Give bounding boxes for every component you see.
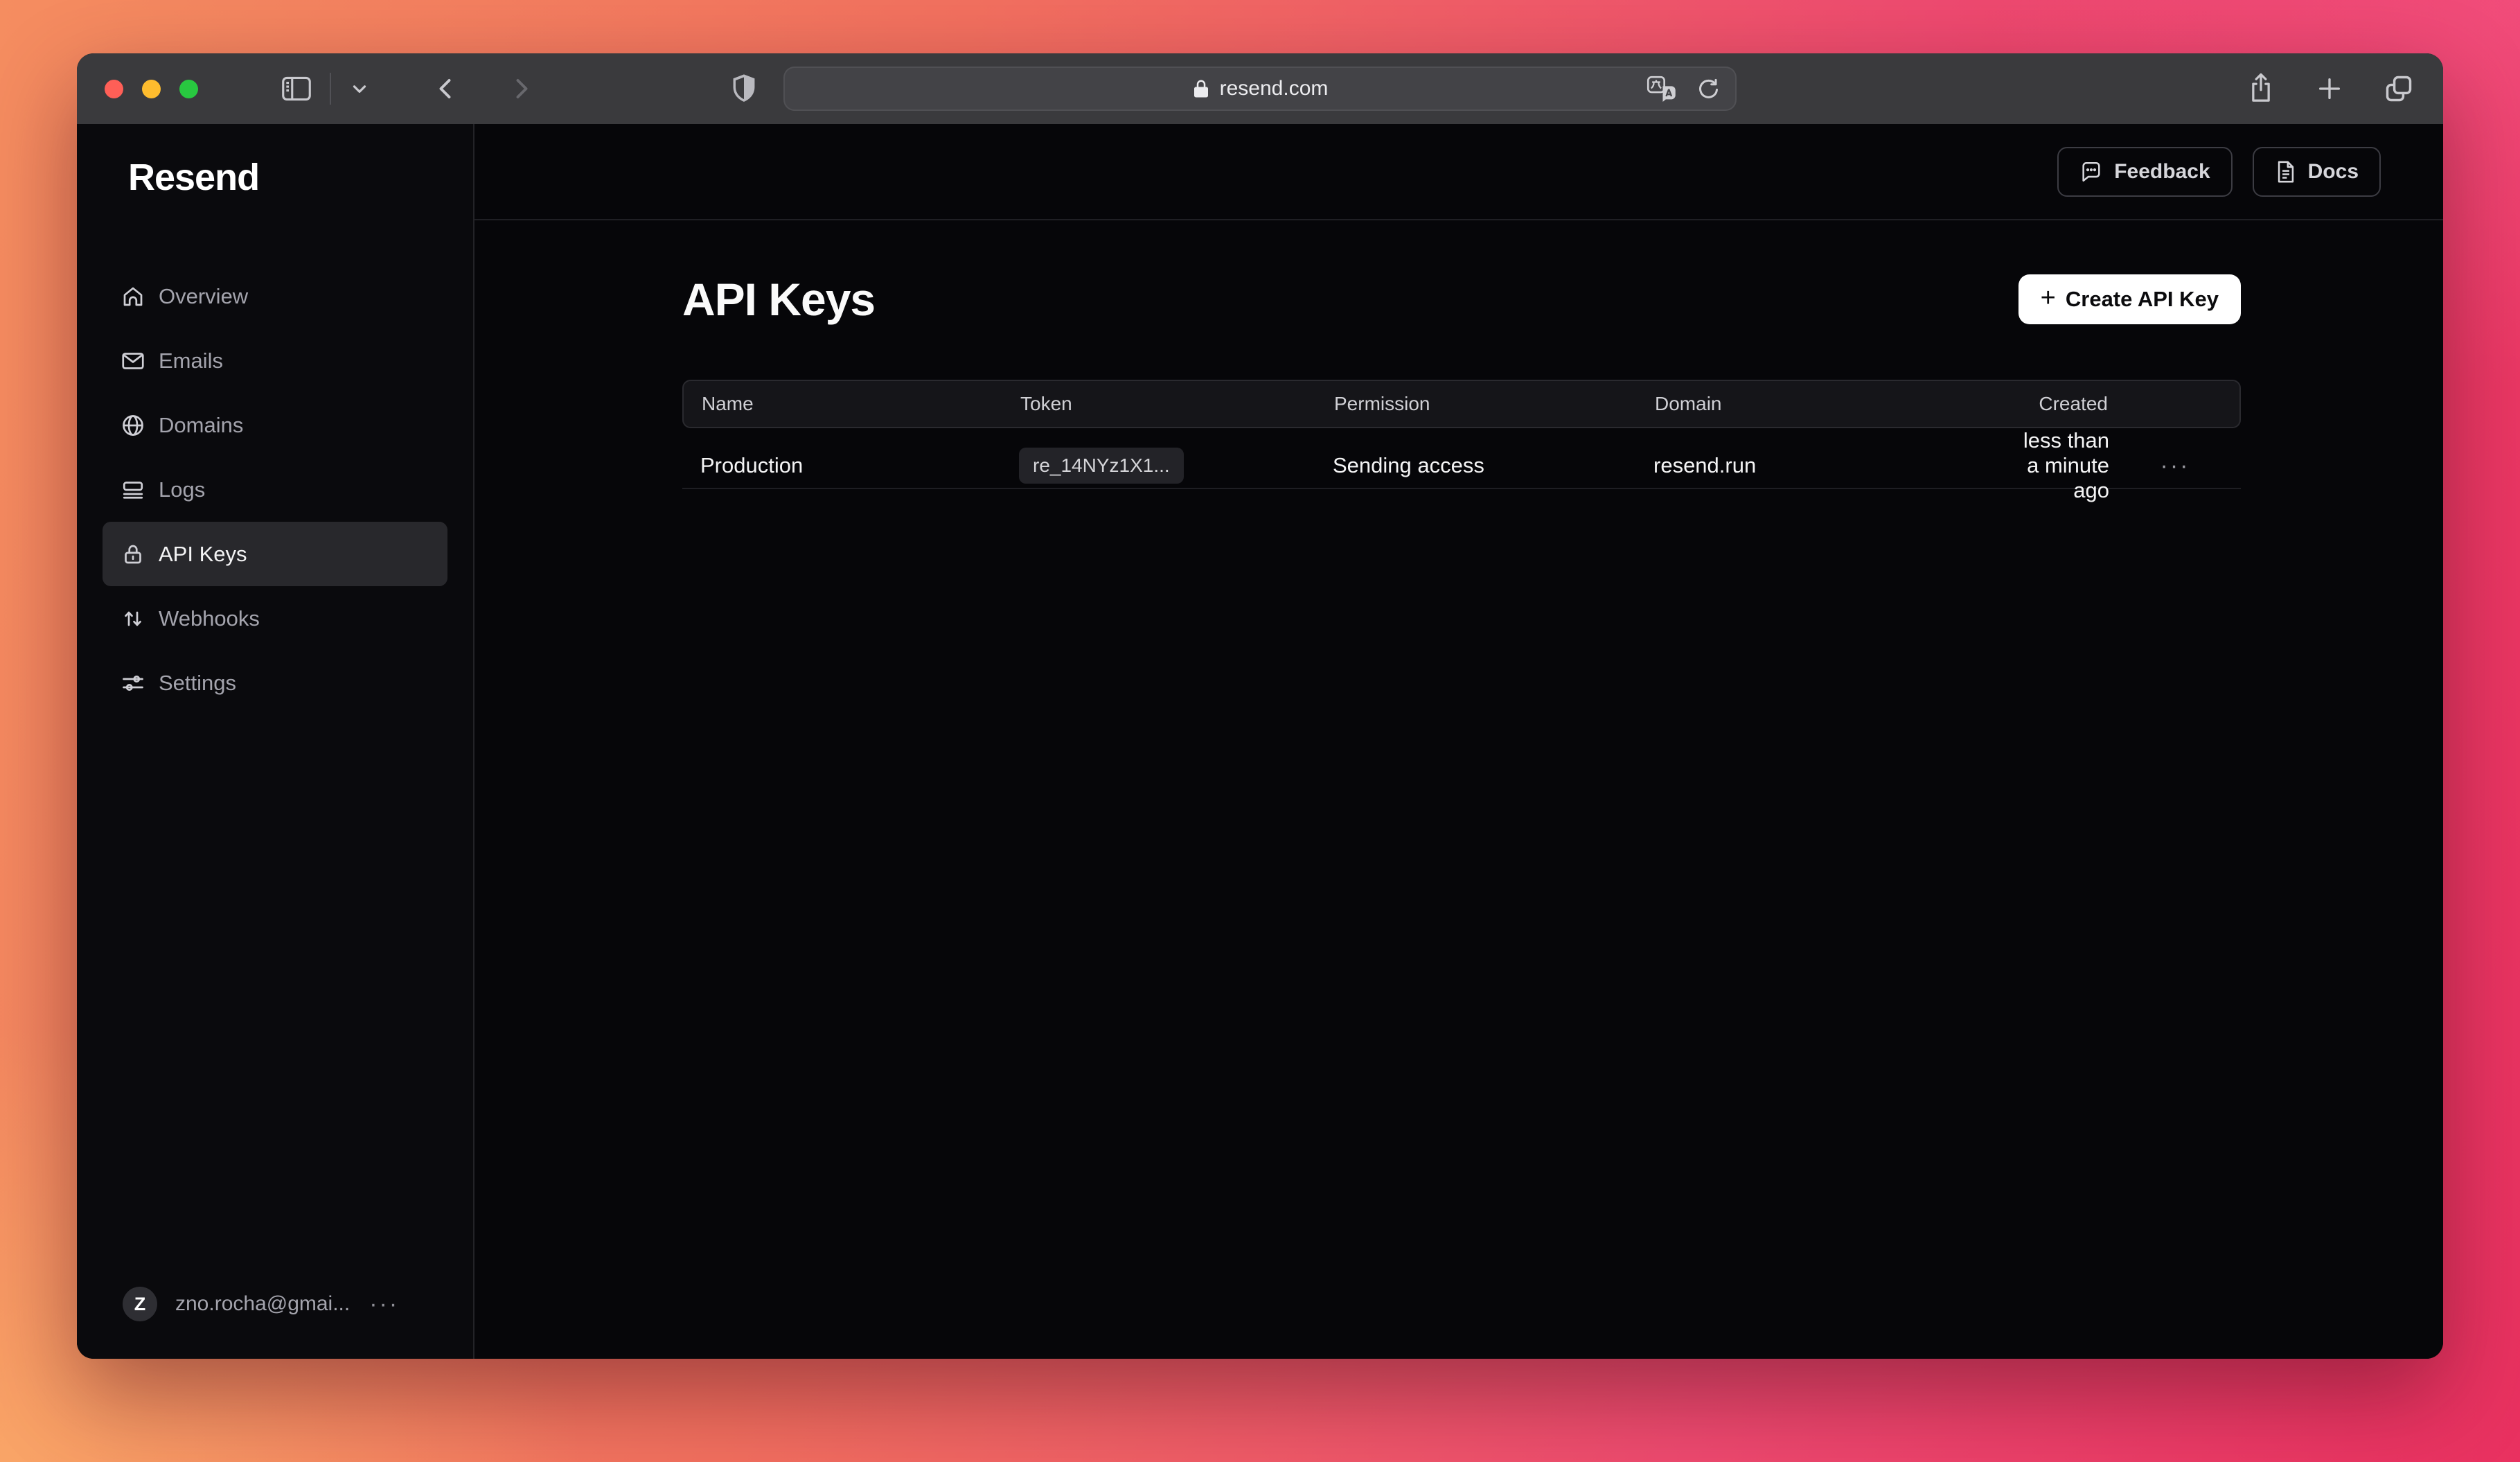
main-area: Feedback Docs bbox=[474, 124, 2443, 1359]
user-menu-ellipsis-icon[interactable]: ··· bbox=[369, 1297, 399, 1311]
user-email: zno.rocha@gmai... bbox=[175, 1292, 350, 1316]
feedback-bubble-icon bbox=[2079, 160, 2103, 184]
create-api-key-button[interactable]: + Create API Key bbox=[2018, 274, 2241, 324]
api-keys-table: Name Token Permission Domain Created Pro… bbox=[682, 380, 2241, 489]
back-button-icon[interactable] bbox=[434, 74, 459, 103]
privacy-shield-icon[interactable] bbox=[729, 72, 758, 105]
forward-button-icon[interactable] bbox=[508, 74, 533, 103]
minimize-window-button[interactable] bbox=[142, 80, 161, 98]
chevron-down-icon[interactable] bbox=[349, 78, 370, 99]
mail-icon bbox=[120, 348, 146, 374]
sidebar-nav: Overview Emails bbox=[103, 264, 447, 715]
api-key-token-chip[interactable]: re_14NYz1X1... bbox=[1019, 448, 1184, 484]
tab-overview-icon[interactable] bbox=[2384, 73, 2414, 104]
arrows-up-down-icon bbox=[120, 606, 146, 632]
translate-icon[interactable] bbox=[1647, 76, 1677, 102]
api-key-created: less than a minute ago bbox=[2013, 428, 2109, 503]
sidebar-item-label: API Keys bbox=[159, 542, 247, 567]
create-api-key-label: Create API Key bbox=[2066, 287, 2219, 312]
sidebar-item-label: Domains bbox=[159, 413, 243, 438]
sidebar-item-label: Webhooks bbox=[159, 606, 260, 631]
new-tab-icon[interactable] bbox=[2316, 75, 2343, 103]
logs-icon bbox=[120, 477, 146, 503]
sidebar: Resend Overview bbox=[77, 124, 474, 1359]
sidebar-item-webhooks[interactable]: Webhooks bbox=[103, 586, 447, 651]
browser-toolbar: resend.com bbox=[77, 53, 2443, 124]
docs-button-label: Docs bbox=[2308, 160, 2359, 184]
column-header-name: Name bbox=[684, 393, 1002, 415]
browser-window: resend.com bbox=[77, 53, 2443, 1359]
resend-app: Resend Overview bbox=[77, 124, 2443, 1359]
plus-icon: + bbox=[2041, 285, 2056, 311]
sidebar-item-overview[interactable]: Overview bbox=[103, 264, 447, 328]
column-header-permission: Permission bbox=[1316, 393, 1637, 415]
home-icon bbox=[120, 283, 146, 310]
api-key-name: Production bbox=[682, 453, 1001, 478]
sidebar-item-label: Settings bbox=[159, 671, 236, 696]
page-title: API Keys bbox=[682, 273, 875, 326]
url-text: resend.com bbox=[1220, 77, 1329, 100]
zoom-window-button[interactable] bbox=[179, 80, 198, 98]
sidebar-item-label: Emails bbox=[159, 349, 223, 373]
window-controls bbox=[105, 80, 198, 98]
column-header-created: Created bbox=[2014, 393, 2108, 415]
sidebar-toggle-icon[interactable] bbox=[281, 76, 312, 102]
docs-page-icon bbox=[2275, 160, 2297, 184]
sidebar-item-label: Overview bbox=[159, 284, 248, 309]
sidebar-item-label: Logs bbox=[159, 477, 205, 502]
table-row: Production re_14NYz1X1... Sending access… bbox=[682, 428, 2241, 489]
feedback-button[interactable]: Feedback bbox=[2057, 147, 2232, 197]
reload-icon[interactable] bbox=[1695, 75, 1720, 103]
desktop-background: resend.com bbox=[0, 0, 2520, 1462]
column-header-token: Token bbox=[1002, 393, 1316, 415]
sidebar-item-api-keys[interactable]: API Keys bbox=[103, 522, 447, 586]
api-key-permission: Sending access bbox=[1315, 453, 1635, 478]
avatar: Z bbox=[123, 1287, 157, 1321]
sliders-icon bbox=[120, 670, 146, 696]
api-keys-page: API Keys + Create API Key Name Token Per… bbox=[474, 220, 2443, 489]
lock-icon bbox=[120, 541, 146, 567]
row-menu-ellipsis-icon[interactable]: ··· bbox=[2109, 452, 2241, 479]
resend-logo: Resend bbox=[128, 156, 447, 199]
lock-icon bbox=[1192, 78, 1210, 99]
docs-button[interactable]: Docs bbox=[2253, 147, 2381, 197]
sidebar-item-settings[interactable]: Settings bbox=[103, 651, 447, 715]
api-key-domain: resend.run bbox=[1635, 453, 2013, 478]
globe-icon bbox=[120, 412, 146, 439]
sidebar-item-logs[interactable]: Logs bbox=[103, 457, 447, 522]
column-header-domain: Domain bbox=[1637, 393, 2014, 415]
close-window-button[interactable] bbox=[105, 80, 123, 98]
sidebar-item-emails[interactable]: Emails bbox=[103, 328, 447, 393]
table-header: Name Token Permission Domain Created bbox=[682, 380, 2241, 428]
user-account-row[interactable]: Z zno.rocha@gmai... ··· bbox=[103, 1287, 447, 1321]
feedback-button-label: Feedback bbox=[2114, 160, 2210, 184]
share-icon[interactable] bbox=[2246, 72, 2275, 105]
toolbar-separator bbox=[330, 73, 331, 105]
top-header: Feedback Docs bbox=[474, 124, 2443, 220]
sidebar-item-domains[interactable]: Domains bbox=[103, 393, 447, 457]
address-bar[interactable]: resend.com bbox=[783, 67, 1737, 111]
